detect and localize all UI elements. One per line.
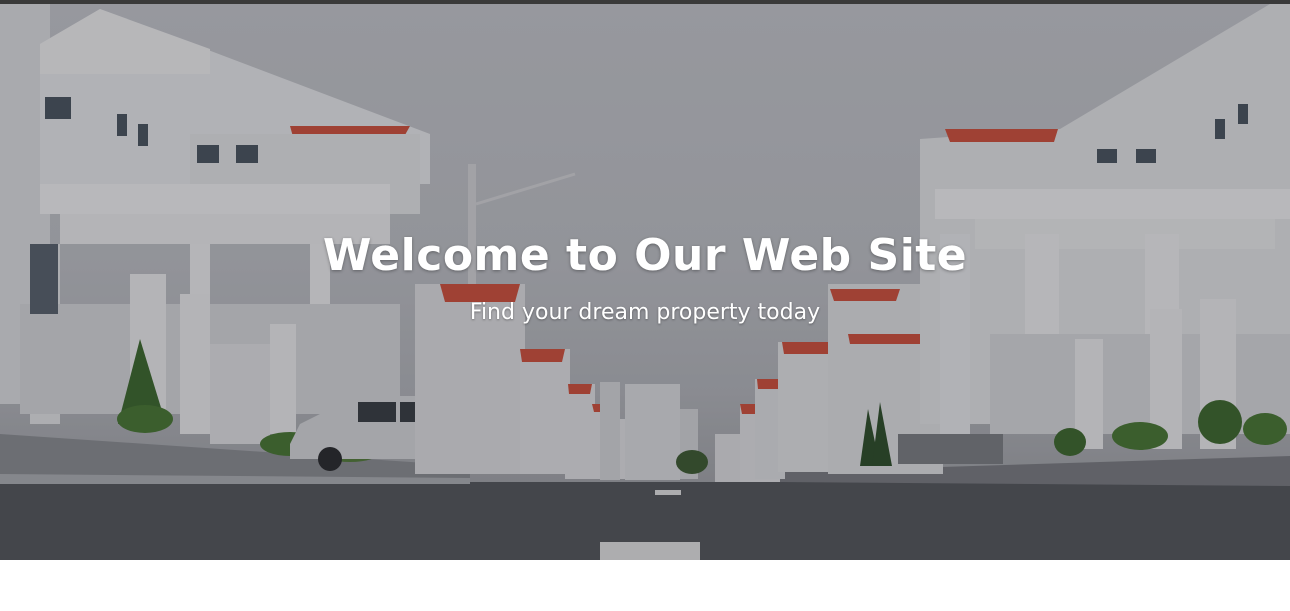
hero-dark-overlay [0,4,1290,560]
hero-title: Welcome to Our Web Site [322,230,968,281]
hero-subtitle: Find your dream property today [469,300,821,325]
hero-banner: Welcome to Our Web Site Find your dream … [0,4,1290,560]
page-content-area [0,560,1290,611]
